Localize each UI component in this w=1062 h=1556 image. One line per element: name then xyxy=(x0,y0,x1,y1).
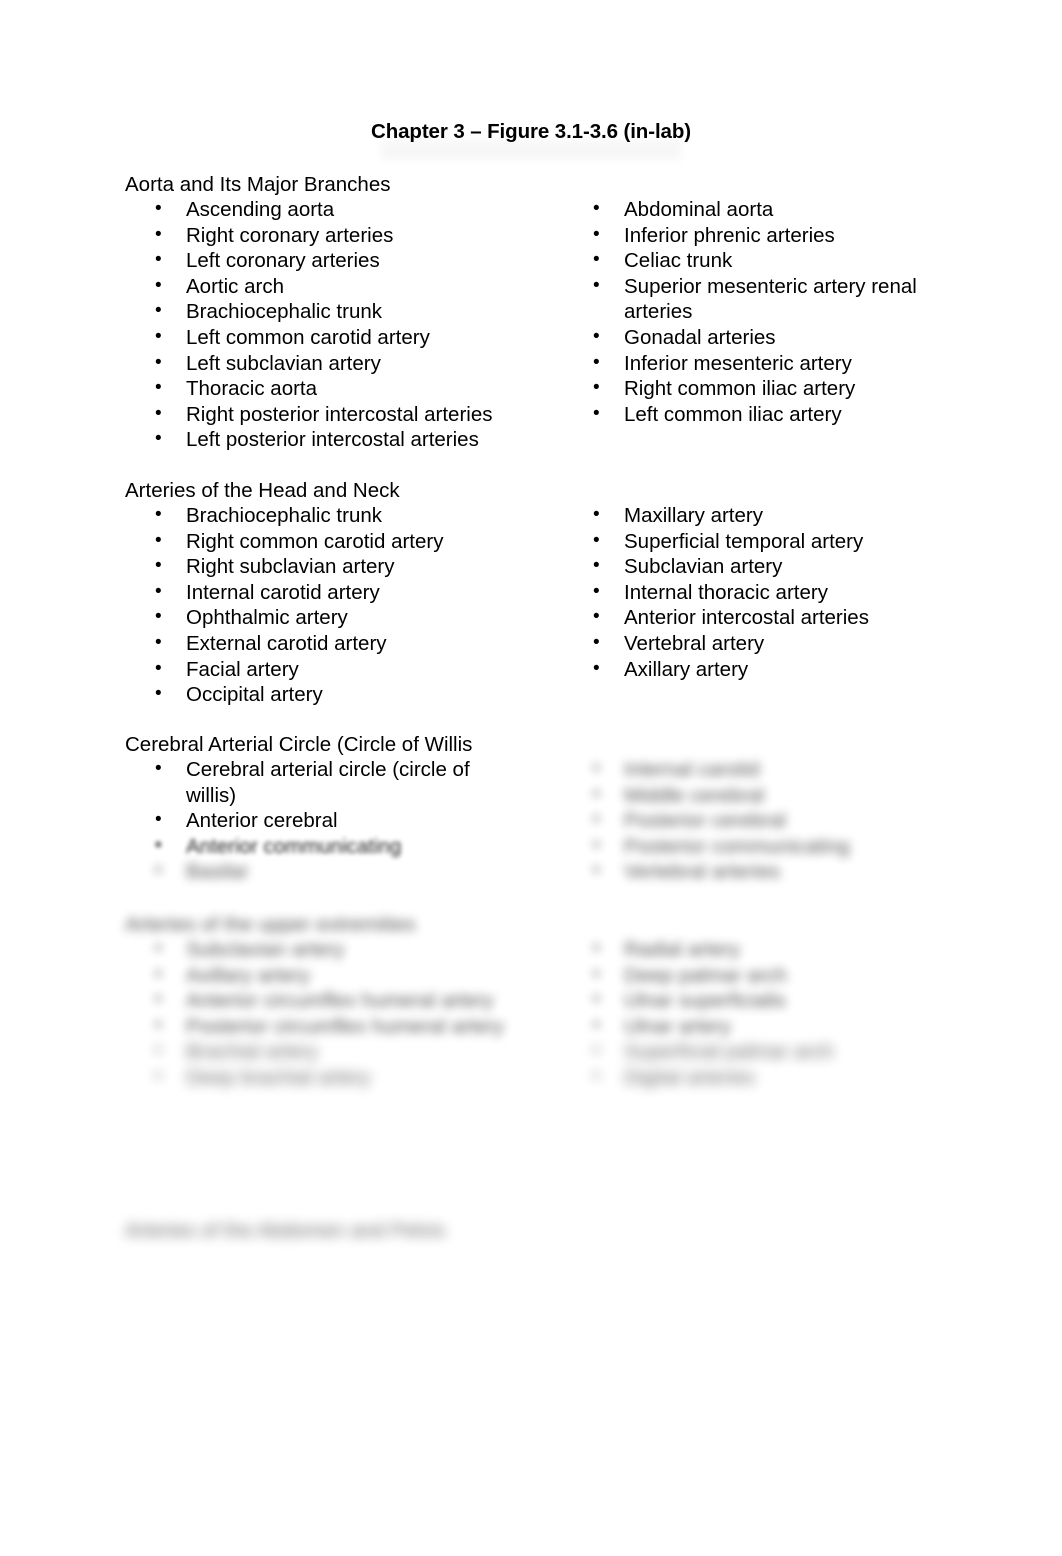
list-item: Inferior phrenic arteries xyxy=(593,222,1023,249)
section-heading: Arteries of the Abdomen and Pelvis xyxy=(125,1219,446,1242)
list-item: Left posterior intercostal arteries xyxy=(155,426,575,453)
list-item: Deep brachial artery xyxy=(155,1064,575,1091)
section-head-neck-right-list: Maxillary artery Superficial temporal ar… xyxy=(593,502,1023,683)
list-item: Superior mesenteric artery renal arterie… xyxy=(593,273,924,325)
list-item: Right coronary arteries xyxy=(155,222,575,249)
list-item: Superficial palmar arch xyxy=(593,1038,1023,1065)
list-item: Cerebral arterial circle (circle of will… xyxy=(155,756,476,808)
list-item: Ophthalmic artery xyxy=(155,604,575,631)
list-item: Internal carotid xyxy=(593,756,1023,783)
list-item: Vertebral arteries xyxy=(593,858,1023,885)
list-item: Right common iliac artery xyxy=(593,375,1023,402)
list-item: Basilar xyxy=(155,858,575,885)
section-aorta-left-list: Ascending aorta Right coronary arteries … xyxy=(155,196,575,453)
list-item: Anterior communicating xyxy=(155,833,575,860)
list-item: Inferior mesenteric artery xyxy=(593,350,1023,377)
list-item: Axillary artery xyxy=(593,656,1023,683)
list-item: Posterior circumflex humeral artery xyxy=(155,1013,575,1040)
list-item: Posterior communicating xyxy=(593,833,1023,860)
list-item: Right subclavian artery xyxy=(155,553,575,580)
list-item: Subclavian artery xyxy=(593,553,1023,580)
list-item: Occipital artery xyxy=(155,681,575,708)
list-item: Left subclavian artery xyxy=(155,350,575,377)
list-item: Aortic arch xyxy=(155,273,575,300)
document-page: Chapter 3 – Figure 3.1-3.6 (in-lab) Aort… xyxy=(0,0,1062,1556)
list-item: Gonadal arteries xyxy=(593,324,1023,351)
section-cerebral-left-list: Cerebral arterial circle (circle of will… xyxy=(155,756,575,885)
section-upper-right-list: Radial artery Deep palmar arch Ulnar sup… xyxy=(593,936,1023,1091)
list-item: Radial artery xyxy=(593,936,1023,963)
list-item: Abdominal aorta xyxy=(593,196,1023,223)
list-item: Anterior intercostal arteries xyxy=(593,604,1023,631)
section-cerebral-right-list: Internal carotid Middle cerebral Posteri… xyxy=(593,756,1023,885)
list-item: Brachial artery xyxy=(155,1038,575,1065)
list-item: Anterior cerebral xyxy=(155,807,575,834)
list-item: Celiac trunk xyxy=(593,247,1023,274)
list-item: Vertebral artery xyxy=(593,630,1023,657)
list-item: Middle cerebral xyxy=(593,782,1023,809)
section-heading: Cerebral Arterial Circle (Circle of Will… xyxy=(125,733,473,756)
list-item: Deep palmar arch xyxy=(593,962,1023,989)
section-heading: Arteries of the upper extremities xyxy=(125,913,416,936)
list-item: Internal thoracic artery xyxy=(593,579,1023,606)
list-item: Left common carotid artery xyxy=(155,324,575,351)
list-item: Axillary artery xyxy=(155,962,575,989)
list-item: Brachiocephalic trunk xyxy=(155,502,575,529)
list-item: Ulnar superficialis xyxy=(593,987,1023,1014)
list-item: Maxillary artery xyxy=(593,502,1023,529)
list-item: Right posterior intercostal arteries xyxy=(155,401,575,428)
list-item: Left coronary arteries xyxy=(155,247,575,274)
list-item: Superficial temporal artery xyxy=(593,528,1023,555)
list-item: Posterior cerebral xyxy=(593,807,1023,834)
section-heading: Aorta and Its Major Branches xyxy=(125,173,391,196)
list-item: Internal carotid artery xyxy=(155,579,575,606)
list-item: Thoracic aorta xyxy=(155,375,575,402)
list-item: Right common carotid artery xyxy=(155,528,575,555)
list-item: Facial artery xyxy=(155,656,575,683)
list-item: Anterior circumflex humeral artery xyxy=(155,987,575,1014)
list-item: Digital arteries xyxy=(593,1064,1023,1091)
list-item: Ascending aorta xyxy=(155,196,575,223)
list-item: Subclavian artery xyxy=(155,936,575,963)
list-item: Brachiocephalic trunk xyxy=(155,298,575,325)
list-item: Left common iliac artery xyxy=(593,401,1023,428)
list-item: External carotid artery xyxy=(155,630,575,657)
page-title: Chapter 3 – Figure 3.1-3.6 (in-lab) xyxy=(370,120,692,143)
list-item: Ulnar artery xyxy=(593,1013,1023,1040)
section-upper-left-list: Subclavian artery Axillary artery Anteri… xyxy=(155,936,575,1091)
section-heading: Arteries of the Head and Neck xyxy=(125,479,400,502)
section-aorta-right-list: Abdominal aorta Inferior phrenic arterie… xyxy=(593,196,1023,428)
section-head-neck-left-list: Brachiocephalic trunk Right common carot… xyxy=(155,502,575,708)
